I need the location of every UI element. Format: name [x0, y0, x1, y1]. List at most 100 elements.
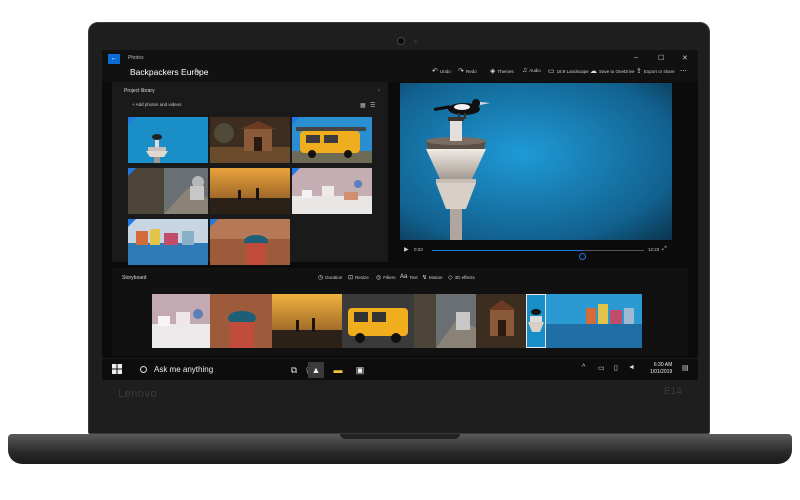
export-label: Export or share [643, 68, 675, 74]
taskbar-search[interactable]: Ask me anything 🎙 [138, 363, 314, 377]
project-library: Project library ‹ + Add photos and video… [112, 82, 388, 265]
3d-effects-button[interactable]: ◇ 3D effects [448, 274, 475, 281]
storyboard: Storyboard ◷ Duration ⊡ Resize ◎ Filters… [112, 268, 688, 356]
play-button[interactable]: ▶ [404, 246, 409, 253]
add-media-button[interactable]: + Add photos and videos [132, 102, 181, 107]
file-explorer-icon[interactable]: ▬ [330, 362, 346, 378]
chevron-up-icon[interactable]: ^ [582, 364, 585, 371]
motion-icon: ↯ [422, 275, 428, 281]
current-time: 0:23 [414, 247, 423, 252]
back-button[interactable]: ← [108, 54, 120, 64]
resize-label: Resize [355, 275, 369, 280]
total-time: 12:23 [648, 247, 660, 252]
taskbar: Ask me anything 🎙 ⧉ ▲ ▬ ▣ ^ ▭ ▯ ◄ 6:30 A… [102, 358, 698, 380]
themes-label: Themes [497, 68, 514, 74]
duration-icon: ◷ [318, 275, 324, 281]
fullscreen-icon[interactable]: ⤢ [662, 246, 667, 253]
library-item-santorini[interactable] [292, 168, 372, 214]
search-placeholder: Ask me anything [154, 365, 214, 374]
duration-button[interactable]: ◷ Duration [318, 274, 342, 281]
storyboard-clip-hiker[interactable] [414, 294, 476, 348]
filters-button[interactable]: ◎ Filters [376, 274, 396, 281]
themes-button[interactable]: ◈ Themes [490, 67, 514, 75]
grid-view-icon[interactable]: ▦ [360, 102, 366, 109]
library-item-traveler-hat[interactable] [210, 219, 290, 265]
filters-label: Filters [383, 275, 396, 280]
webcam-indicator [414, 40, 417, 43]
notifications-icon[interactable]: ▤ [682, 364, 689, 372]
store-icon[interactable]: ▣ [352, 362, 368, 378]
storyboard-clip-lake[interactable] [546, 294, 642, 348]
undo-button[interactable]: ↶ Undo [432, 67, 451, 75]
library-item-wooden-house[interactable] [210, 117, 290, 163]
more-icon: ⋯ [680, 68, 687, 75]
themes-icon: ◈ [490, 68, 496, 75]
more-button[interactable]: ⋯ [680, 67, 687, 75]
seek-handle[interactable] [578, 253, 586, 260]
task-view-icon[interactable]: ⧉ [286, 362, 302, 378]
library-title: Project library [124, 88, 155, 94]
library-item-sunset-hikers[interactable] [210, 168, 290, 214]
storyboard-clip-traveler[interactable] [210, 294, 272, 348]
storyboard-strip [152, 294, 642, 348]
resize-button[interactable]: ⊡ Resize [348, 274, 369, 281]
library-item-lake-town[interactable] [128, 219, 208, 265]
aspect-ratio-label: 16:9 Landscape [556, 68, 589, 74]
photos-app-icon[interactable]: ▲ [308, 362, 324, 378]
library-item-hiker-rock[interactable] [128, 168, 208, 214]
duration-label: Duration [325, 275, 343, 280]
undo-icon: ↶ [432, 68, 438, 75]
storyboard-clip-bird-selected[interactable] [526, 294, 546, 348]
seek-bar[interactable] [432, 250, 644, 260]
audio-button[interactable]: ♫ Audio [522, 67, 541, 74]
redo-label: Redo [465, 68, 477, 74]
brand-logo: Lenovo [118, 388, 158, 400]
cloud-icon: ☁ [590, 68, 597, 75]
video-preview[interactable] [400, 83, 672, 240]
volume-icon[interactable]: ◄ [628, 364, 635, 371]
3d-effects-label: 3D effects [454, 275, 475, 280]
edit-title-icon[interactable]: ✎ [194, 67, 201, 76]
title-bar: ← Photos Backpackers Europe ✎ – ☐ ✕ ↶ Un… [102, 50, 698, 82]
battery-icon[interactable]: ▭ [598, 364, 605, 372]
3d-effects-icon: ◇ [448, 275, 453, 281]
minimize-button[interactable]: – [634, 54, 638, 61]
library-item-yellow-van[interactable] [292, 117, 372, 163]
audio-label: Audio [529, 68, 541, 73]
export-button[interactable]: ⇪ Export or share [636, 67, 675, 75]
taskbar-clock[interactable]: 6:30 AM 1/01/2019 [650, 362, 672, 376]
redo-icon: ↷ [458, 68, 464, 75]
webcam [397, 37, 405, 45]
text-icon: Aa [400, 274, 408, 280]
clock-date: 1/01/2019 [650, 369, 673, 375]
storyboard-title: Storyboard [122, 275, 147, 281]
playback-controls: ▶ 0:23 12:23 ⤢ [400, 244, 672, 260]
storyboard-clip-house[interactable] [476, 294, 526, 348]
save-onedrive-button[interactable]: ☁ Save to OneDrive [590, 67, 635, 75]
storyboard-clip-santorini[interactable] [152, 294, 210, 348]
library-item-bird-lamp[interactable] [128, 117, 208, 163]
windows-start-icon[interactable] [112, 364, 122, 374]
storyboard-clip-sunset[interactable] [272, 294, 342, 348]
aspect-ratio-icon: ▭ [548, 68, 555, 75]
audio-icon: ♫ [522, 67, 528, 74]
app-name: Photos [128, 55, 144, 61]
clock-time: 6:30 AM [653, 362, 673, 368]
text-button[interactable]: Aa Text [400, 274, 418, 280]
close-button[interactable]: ✕ [682, 54, 688, 62]
storyboard-clip-van[interactable] [342, 294, 414, 348]
maximize-button[interactable]: ☐ [658, 54, 664, 62]
redo-button[interactable]: ↷ Redo [458, 67, 477, 75]
undo-label: Undo [439, 68, 451, 74]
motion-button[interactable]: ↯ Motion [422, 274, 443, 281]
seek-progress [432, 250, 583, 251]
model-badge: E14 [664, 386, 682, 397]
network-icon[interactable]: ▯ [614, 364, 618, 372]
save-onedrive-label: Save to OneDrive [599, 68, 635, 74]
collapse-library-icon[interactable]: ‹ [378, 88, 380, 94]
cortana-icon [140, 366, 147, 373]
list-view-icon[interactable]: ☰ [370, 102, 375, 109]
text-label: Text [409, 274, 418, 280]
aspect-ratio-button[interactable]: ▭ 16:9 Landscape [548, 67, 589, 75]
hinge-notch [340, 434, 460, 439]
